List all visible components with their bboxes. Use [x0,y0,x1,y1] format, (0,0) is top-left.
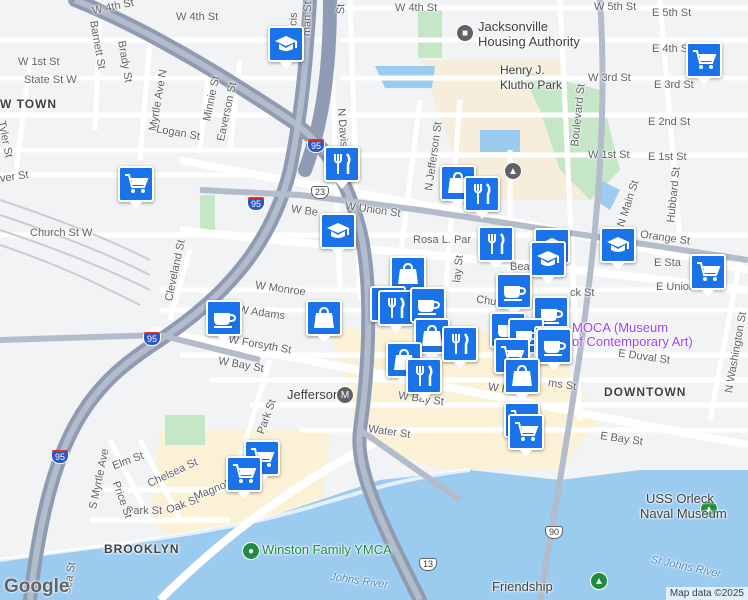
park-icon: ▲ [590,572,608,590]
cafe-icon [418,300,441,315]
cafe-icon [214,313,237,328]
map-attribution: Map data ©2025 [665,587,748,600]
bag-icon [398,262,418,284]
street-e-state: E Sta [654,257,681,269]
school-icon [327,223,349,238]
street-w-1st-st-label: W 1st St [18,56,60,68]
street-e-2nd-st: E 2nd St [648,116,691,128]
cart-marker[interactable] [226,456,262,499]
school-icon [275,36,297,51]
cart-icon [693,50,717,69]
poi-orleck-line1[interactable]: USS Orleck [646,492,714,505]
cart-icon [233,464,257,483]
bag-marker[interactable] [504,358,540,401]
restaurant-icon [474,183,491,204]
restaurant-icon [452,333,469,354]
poi-moca-line2[interactable]: of Contemporary Art) [572,335,693,348]
government-icon: ■ [456,24,474,42]
cart-marker[interactable] [686,42,722,85]
street-w-1st-st: W 1st St [588,149,630,161]
area-label-new-town: W TOWN [0,97,58,111]
ymca-icon: ● [242,542,260,560]
highway-shield-i95-south: 95 [51,450,70,464]
cafe-icon [504,286,527,301]
street-n-davis: N Davis [335,107,350,148]
school-icon [537,251,559,266]
google-logo: Google [4,576,70,597]
poi-friendship[interactable]: Friendship [492,580,553,593]
bag-icon [512,364,532,386]
restaurant-icon [488,233,505,254]
highway-shield-i95-north: 95 [307,139,326,153]
street-church-st-w: Church St W [30,227,93,239]
restaurant-marker[interactable] [442,326,478,369]
poi-orleck-line2[interactable]: Naval Museum [640,507,727,520]
poi-klutho-park-line1[interactable]: Henry J. [500,64,545,76]
restaurant-marker[interactable] [464,176,500,219]
cart-icon [125,174,149,193]
restaurant-marker[interactable] [324,146,360,189]
street-rosa-parks: Rosa L. Par [413,234,472,246]
school-marker[interactable] [600,227,636,270]
cafe-marker[interactable] [496,273,532,316]
cart-icon [515,422,539,441]
poi-ymca[interactable]: Winston Family YMCA [262,543,392,556]
poi-klutho-park-line2[interactable]: Klutho Park [500,79,562,91]
restaurant-marker[interactable] [478,226,514,269]
school-marker[interactable] [320,213,356,256]
street-e-1st-st: E 1st St [648,151,687,163]
cafe-icon [544,341,567,356]
street-st-fragment: St [335,3,348,15]
street-w-3rd-st: W 3rd St [588,72,631,84]
street-ck-st: ck St [570,287,595,299]
restaurant-icon [388,297,405,318]
poi-moca-line1[interactable]: MOCA (Museum [572,321,668,334]
area-label-downtown: DOWNTOWN [604,385,687,399]
highway-shield-i95-mid: 95 [247,197,266,211]
street-state-st-w: State St W [24,74,77,86]
cart-icon [697,262,721,281]
school-marker[interactable] [268,26,304,69]
poi-jefferson-station[interactable]: Jefferson [287,388,340,401]
area-label-brooklyn: BROOKLYN [104,542,180,556]
cart-marker[interactable] [690,254,726,297]
bag-marker[interactable] [306,300,342,343]
bag-icon [314,306,334,328]
restaurant-marker[interactable] [406,358,442,401]
cart-marker[interactable] [118,166,154,209]
restaurant-icon [416,365,433,386]
street-w-4th-st: W 4th St [176,11,219,23]
poi-housing-authority-line2[interactable]: Housing Authority [478,35,580,48]
cart-marker[interactable] [508,414,544,457]
poi-housing-authority-line1[interactable]: Jacksonville [478,20,548,33]
street-w-5th-st: W 5th St [594,1,637,13]
map-canvas[interactable]: W TOWN DOWNTOWN BROOKLYN ■ Jacksonville … [0,0,748,600]
highway-shield-i95-west: 95 [143,332,162,346]
school-icon [607,237,629,252]
restaurant-marker[interactable] [378,290,414,333]
cafe-marker[interactable] [206,300,242,343]
metro-icon: M [336,386,354,404]
school-poi-icon: ▲ [504,162,522,180]
restaurant-icon [334,153,351,174]
street-e-3rd-st: E 3rd St [654,79,694,91]
street-w-4th-st-c: W 4th St [395,2,438,14]
school-marker[interactable] [530,241,566,284]
street-e-5th-st: E 5th St [652,7,692,19]
cafe-marker[interactable] [536,328,572,371]
